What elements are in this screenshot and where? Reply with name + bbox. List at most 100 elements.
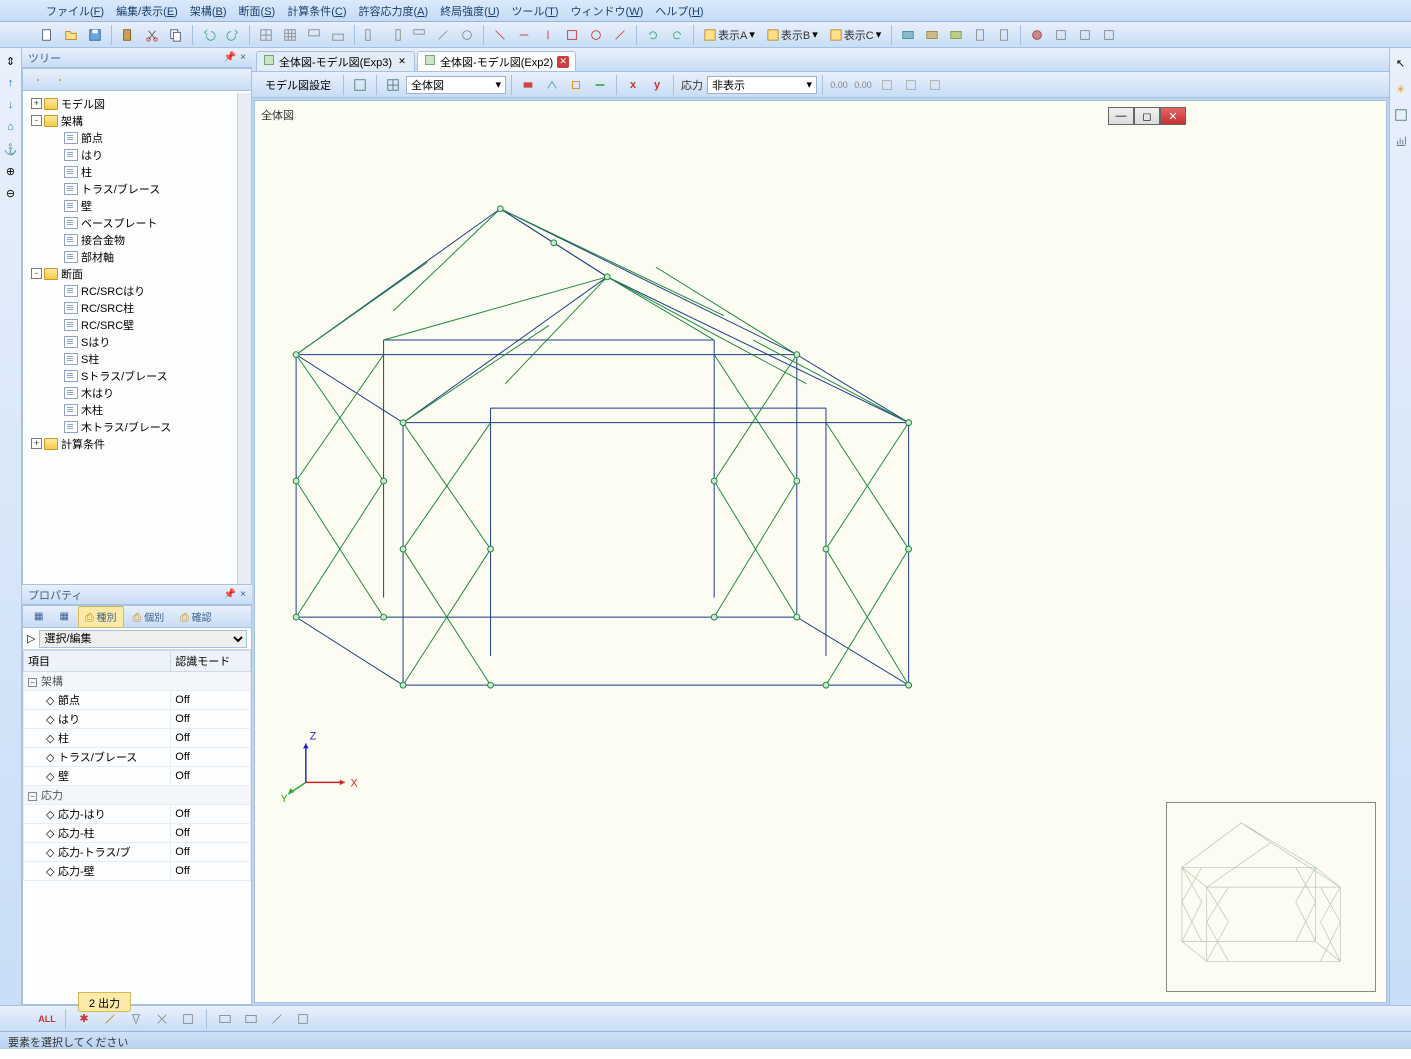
view-icon[interactable] (360, 24, 382, 46)
tree-node[interactable]: ベースプレート (25, 214, 249, 231)
view4-icon[interactable] (432, 24, 454, 46)
tool2-icon[interactable] (513, 24, 535, 46)
model-settings-button[interactable]: モデル図設定 (258, 74, 338, 96)
property-tab[interactable]: ▦ (27, 608, 50, 625)
tree-node[interactable]: RC/SRC壁 (25, 316, 249, 333)
menu-w[interactable]: ウィンドウ(W) (565, 3, 650, 19)
grid-icon[interactable] (255, 24, 277, 46)
misc1-icon[interactable] (897, 24, 919, 46)
tree-node[interactable]: 壁 (25, 197, 249, 214)
property-row[interactable]: ◇応力-柱Off (24, 824, 251, 843)
tree-node[interactable]: 柱 (25, 163, 249, 180)
xy2-icon[interactable]: y (646, 74, 668, 96)
tool5-icon[interactable] (585, 24, 607, 46)
tool4-icon[interactable] (561, 24, 583, 46)
minimize-button[interactable]: — (1108, 107, 1134, 125)
property-tab[interactable]: ⎙ 確認 (173, 606, 219, 628)
close-icon[interactable]: × (240, 589, 246, 600)
dim2-icon[interactable]: 0.00 (852, 74, 874, 96)
cyan-icon[interactable] (541, 74, 563, 96)
property-group-row[interactable]: −応力 (24, 786, 251, 805)
wall-icon[interactable] (177, 1008, 199, 1030)
display-a-button[interactable]: 表示A▾ (699, 24, 760, 46)
table-icon[interactable] (1390, 104, 1411, 126)
property-row[interactable]: ◇トラス/ブレースOff (24, 748, 251, 767)
menu-s[interactable]: 断面(S) (233, 3, 282, 19)
property-row[interactable]: ◇壁Off (24, 767, 251, 786)
misc3-icon[interactable] (945, 24, 967, 46)
menu-b[interactable]: 架構(B) (184, 3, 233, 19)
column-header[interactable]: 認識モード (171, 651, 251, 672)
save-icon[interactable] (84, 24, 106, 46)
dim4-icon[interactable] (900, 74, 922, 96)
tree-node[interactable]: 木はり (25, 384, 249, 401)
collapse-icon[interactable]: - (31, 115, 42, 126)
property-tab[interactable]: ⎙ 種別 (78, 606, 124, 628)
tree-node[interactable]: はり (25, 146, 249, 163)
misc5-icon[interactable] (993, 24, 1015, 46)
tree-node[interactable]: 部材軸 (25, 248, 249, 265)
menu-e[interactable]: 編集/表示(E) (110, 3, 184, 19)
menu-f[interactable]: ファイル(F) (40, 3, 110, 19)
dim3-icon[interactable] (876, 74, 898, 96)
grid4-icon[interactable] (327, 24, 349, 46)
check4-icon[interactable] (292, 1008, 314, 1030)
refresh2-icon[interactable] (666, 24, 688, 46)
expand-icon[interactable]: + (31, 438, 42, 449)
tree-node[interactable]: RC/SRC柱 (25, 299, 249, 316)
tree-node[interactable]: RC/SRCはり (25, 282, 249, 299)
misc2-icon[interactable] (921, 24, 943, 46)
tree-node[interactable]: -断面 (25, 265, 249, 282)
tree-node[interactable]: 木トラス/ブレース (25, 418, 249, 435)
misc9-icon[interactable] (1098, 24, 1120, 46)
display-b-button[interactable]: 表示B▾ (762, 24, 823, 46)
dim5-icon[interactable] (924, 74, 946, 96)
arrow-down-icon[interactable]: ↓ (2, 96, 20, 114)
open-icon[interactable] (60, 24, 82, 46)
document-tab[interactable]: 全体図-モデル図(Exp3)✕ (256, 51, 415, 71)
menu-t[interactable]: ツール(T) (505, 3, 564, 19)
tool3-icon[interactable] (537, 24, 559, 46)
view2-icon[interactable] (384, 24, 406, 46)
tool6-icon[interactable] (609, 24, 631, 46)
cut-icon[interactable] (141, 24, 163, 46)
property-row[interactable]: ◇応力-トラス/ブOff (24, 843, 251, 862)
grid2-icon[interactable] (279, 24, 301, 46)
tree-node[interactable]: 節点 (25, 129, 249, 146)
refresh-icon[interactable] (642, 24, 664, 46)
overview-panel[interactable] (1166, 802, 1376, 992)
tree-node[interactable]: 木柱 (25, 401, 249, 418)
document-tab[interactable]: 全体図-モデル図(Exp2)✕ (417, 51, 576, 71)
menu-h[interactable]: ヘルプ(H) (649, 3, 709, 19)
tool1-icon[interactable] (489, 24, 511, 46)
tree-node[interactable]: トラス/ブレース (25, 180, 249, 197)
maximize-button[interactable]: ◻ (1134, 107, 1160, 125)
menu-a[interactable]: 許容応力度(A) (353, 3, 435, 19)
misc8-icon[interactable] (1074, 24, 1096, 46)
misc6-icon[interactable] (1026, 24, 1048, 46)
menu-c[interactable]: 計算条件(C) (281, 3, 352, 19)
anchor-icon[interactable]: ⚓ (2, 140, 20, 158)
cursor-icon[interactable]: ↖ (1390, 52, 1411, 74)
misc4-icon[interactable] (969, 24, 991, 46)
property-tab[interactable]: ⎙ 個別 (126, 606, 172, 628)
close-icon[interactable]: × (240, 52, 246, 63)
canvas[interactable]: 全体図 — ◻ ✕ (254, 100, 1387, 1003)
tree-node[interactable]: Sトラス/ブレース (25, 367, 249, 384)
tree-node[interactable]: +モデル図 (25, 95, 249, 112)
pin-icon[interactable]: 📌 (224, 589, 236, 600)
expand-icon[interactable]: ⇕ (2, 52, 20, 70)
view3-icon[interactable] (408, 24, 430, 46)
column-header[interactable]: 項目 (24, 651, 171, 672)
tree-node[interactable]: 接合金物 (25, 231, 249, 248)
xy1-icon[interactable]: x (622, 74, 644, 96)
grid-toggle-icon[interactable] (382, 74, 404, 96)
tree-node[interactable]: S柱 (25, 350, 249, 367)
folder-icon[interactable] (29, 71, 47, 89)
folder2-icon[interactable] (51, 71, 69, 89)
close-button[interactable]: ✕ (1160, 107, 1186, 125)
display-c-button[interactable]: 表示C▾ (825, 24, 886, 46)
brace-icon[interactable] (151, 1008, 173, 1030)
close-tab-icon[interactable]: ✕ (396, 56, 408, 68)
view5-icon[interactable] (456, 24, 478, 46)
